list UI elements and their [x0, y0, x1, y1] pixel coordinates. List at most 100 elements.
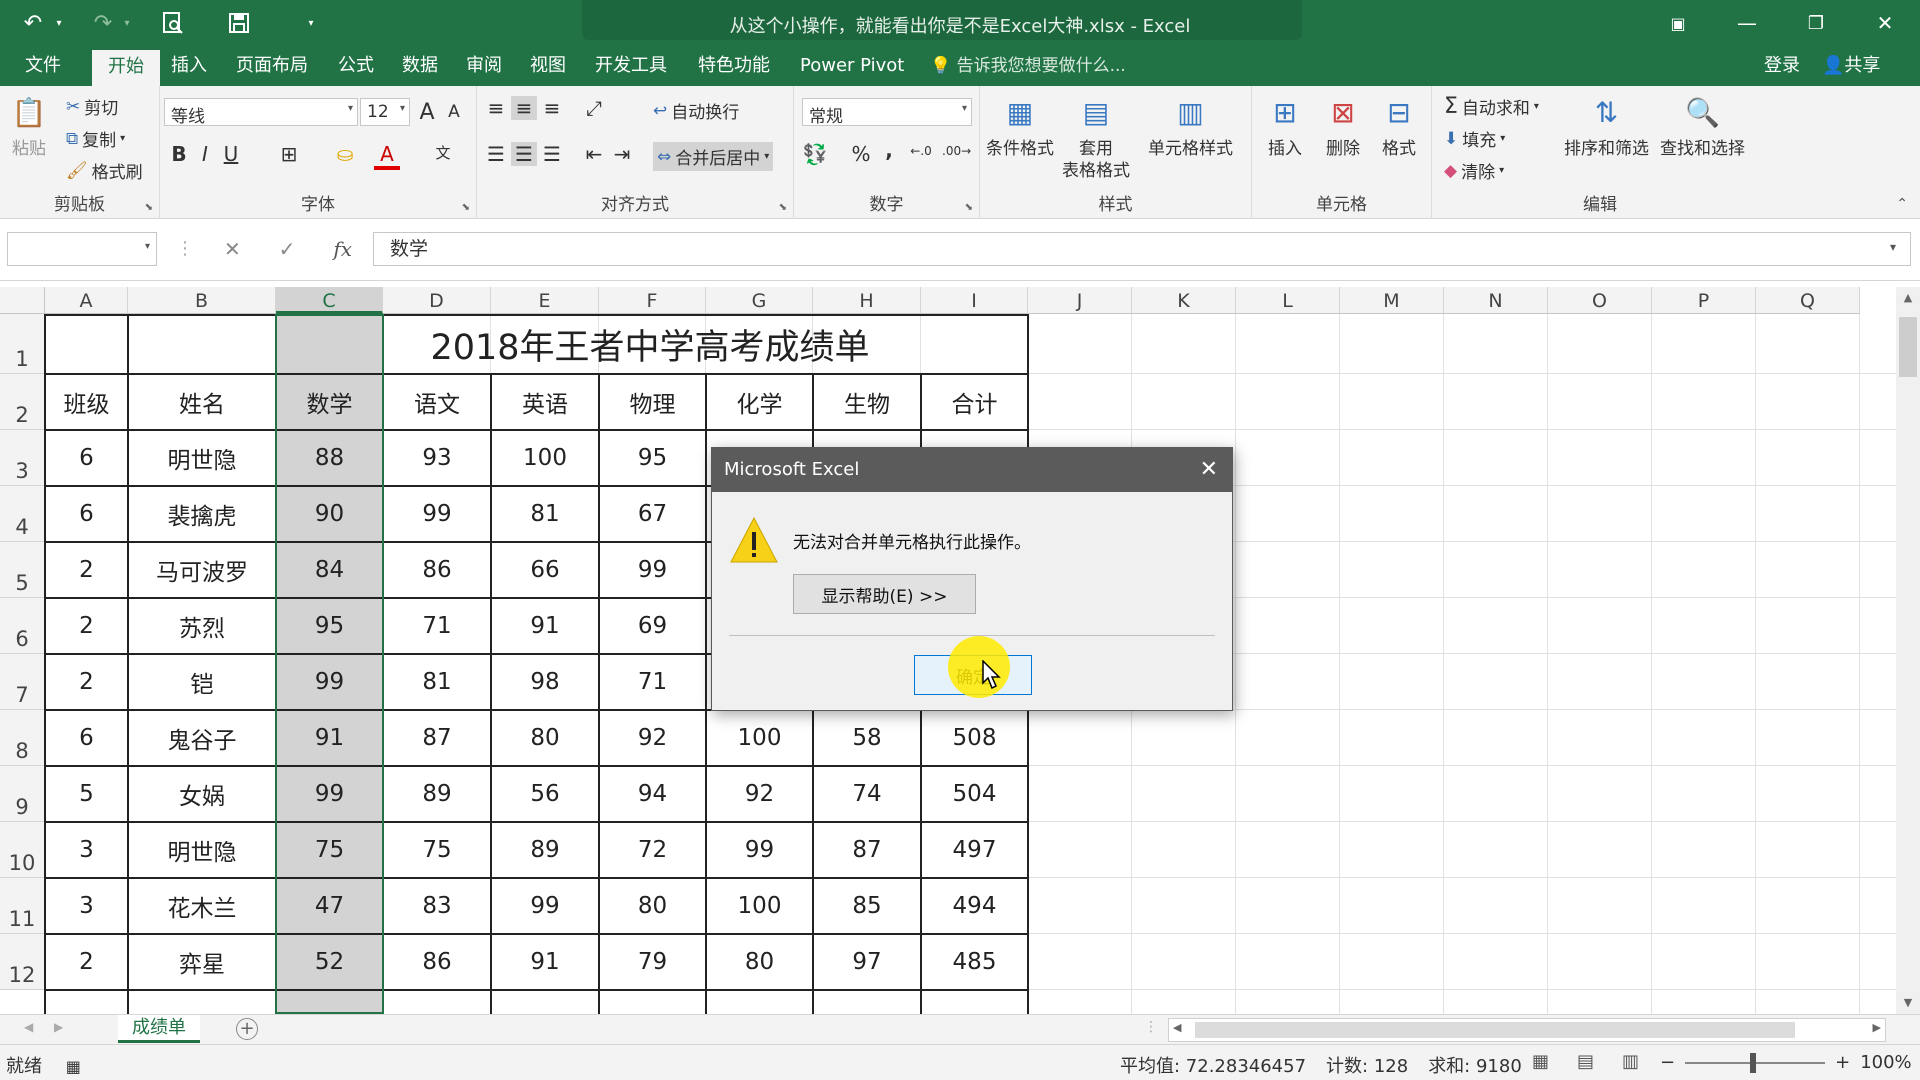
dialog-launcher-icon[interactable]: ⬊	[145, 202, 153, 213]
table-cell[interactable]: 3	[45, 878, 128, 934]
column-header[interactable]: C	[276, 287, 383, 314]
table-cell[interactable]: 裴擒虎	[128, 486, 276, 542]
column-header[interactable]: J	[1028, 287, 1132, 314]
sheet-tab-grades[interactable]: 成绩单	[118, 1015, 200, 1043]
tab-power-pivot[interactable]: Power Pivot	[790, 46, 914, 86]
font-name-combo[interactable]: 等线 ▾	[164, 98, 358, 127]
table-cell[interactable]: 生物	[813, 374, 921, 430]
table-cell[interactable]: 99	[599, 542, 706, 598]
column-header[interactable]: M	[1340, 287, 1444, 314]
scroll-down-icon[interactable]: ▼	[1896, 992, 1920, 1014]
table-cell[interactable]: 女娲	[128, 766, 276, 822]
ribbon-display-options-icon[interactable]: ▣	[1645, 0, 1711, 46]
table-cell[interactable]: 89	[491, 822, 599, 878]
align-left-icon[interactable]: ☰	[483, 142, 509, 166]
row-header[interactable]: 5	[0, 542, 45, 598]
tab-home[interactable]: 开始	[92, 50, 160, 86]
table-cell[interactable]: 2	[45, 598, 128, 654]
zoom-level[interactable]: 100%	[1860, 1052, 1911, 1073]
insert-function-icon[interactable]: fx	[333, 237, 352, 261]
zoom-out-icon[interactable]: −	[1660, 1052, 1675, 1073]
phonetic-icon[interactable]: 文	[430, 142, 456, 163]
table-cell[interactable]: 92	[706, 766, 813, 822]
table-cell[interactable]: 马可波罗	[128, 542, 276, 598]
column-header[interactable]: N	[1444, 287, 1548, 314]
table-cell[interactable]: 苏烈	[128, 598, 276, 654]
grow-font-button[interactable]: A	[414, 100, 440, 125]
row-header[interactable]: 1	[0, 314, 45, 374]
column-header[interactable]: B	[128, 287, 276, 314]
scroll-right-icon[interactable]: ▶	[1873, 1021, 1881, 1034]
name-box[interactable]: ▾	[7, 232, 157, 266]
fill-button[interactable]: ⬇ 填充 ▾	[1444, 126, 1505, 152]
table-cell[interactable]: 93	[383, 430, 491, 486]
table-cell[interactable]: 58	[813, 710, 921, 766]
insert-cells-button[interactable]: ⊞ 插入	[1264, 92, 1306, 160]
normal-view-icon[interactable]: ▦	[1532, 1051, 1549, 1072]
table-cell[interactable]: 508	[921, 710, 1028, 766]
tab-page-layout[interactable]: 页面布局	[226, 46, 318, 86]
scroll-thumb[interactable]	[1899, 317, 1917, 377]
dialog-launcher-icon[interactable]: ⬊	[462, 202, 470, 213]
table-cell[interactable]: 铠	[128, 654, 276, 710]
row-header[interactable]: 12	[0, 934, 45, 990]
column-header[interactable]: P	[1652, 287, 1756, 314]
table-cell[interactable]: 66	[491, 542, 599, 598]
table-cell[interactable]: 92	[599, 710, 706, 766]
align-top-icon[interactable]: ≡	[483, 96, 509, 120]
wrap-text-button[interactable]: ↩ 自动换行	[653, 98, 739, 124]
table-cell[interactable]: 80	[491, 710, 599, 766]
table-cell[interactable]: 语文	[383, 374, 491, 430]
row-header[interactable]: 10	[0, 822, 45, 878]
cut-button[interactable]: ✂ 剪切	[66, 94, 118, 120]
close-window-button[interactable]: ✕	[1852, 0, 1918, 46]
vertical-scrollbar[interactable]: ▲ ▼	[1896, 287, 1920, 1014]
table-cell[interactable]: 89	[383, 766, 491, 822]
table-cell[interactable]: 91	[491, 598, 599, 654]
table-cell[interactable]: 明世隐	[128, 430, 276, 486]
align-right-icon[interactable]: ☰	[539, 142, 565, 166]
next-sheet-icon[interactable]: ▶	[54, 1020, 63, 1034]
increase-decimal-icon[interactable]: ←.0	[908, 144, 934, 158]
login-link[interactable]: 登录	[1764, 46, 1800, 86]
paste-button[interactable]: 📋 粘贴	[8, 92, 50, 160]
row-header[interactable]: 7	[0, 654, 45, 710]
format-painter-button[interactable]: 🖌 格式刷	[66, 158, 143, 184]
find-select-button[interactable]: 🔍 查找和选择	[1660, 92, 1745, 160]
table-cell[interactable]: 81	[491, 486, 599, 542]
minimize-button[interactable]: —	[1714, 0, 1780, 46]
italic-button[interactable]: I	[192, 142, 218, 166]
table-cell[interactable]: 明世隐	[128, 822, 276, 878]
horizontal-scrollbar[interactable]: ◀ ▶	[1168, 1018, 1886, 1042]
copy-button[interactable]: ⧉ 复制 ▾	[66, 126, 125, 152]
table-cell[interactable]: 花木兰	[128, 878, 276, 934]
conditional-formatting-button[interactable]: ▦ 条件格式	[986, 92, 1054, 160]
align-center-icon[interactable]: ☰	[511, 142, 537, 166]
column-header[interactable]: H	[813, 287, 921, 314]
table-cell[interactable]: 94	[599, 766, 706, 822]
scroll-up-icon[interactable]: ▲	[1896, 287, 1920, 309]
column-header[interactable]: O	[1548, 287, 1652, 314]
comma-button[interactable]: ,	[876, 138, 902, 162]
add-sheet-icon[interactable]: +	[236, 1018, 258, 1040]
prev-sheet-icon[interactable]: ◀	[24, 1020, 33, 1034]
row-header[interactable]: 2	[0, 374, 45, 430]
table-cell[interactable]: 6	[45, 486, 128, 542]
column-header[interactable]: G	[706, 287, 813, 314]
zoom-in-icon[interactable]: +	[1835, 1052, 1850, 1073]
page-break-view-icon[interactable]: ▥	[1622, 1051, 1639, 1072]
dialog-launcher-icon[interactable]: ⬊	[965, 202, 973, 213]
tab-view[interactable]: 视图	[520, 46, 576, 86]
decrease-indent-icon[interactable]: ⇤	[581, 142, 607, 166]
table-cell[interactable]: 99	[706, 822, 813, 878]
tab-review[interactable]: 审阅	[456, 46, 512, 86]
table-cell[interactable]: 74	[813, 766, 921, 822]
table-cell[interactable]: 3	[45, 822, 128, 878]
table-cell[interactable]: 95	[599, 430, 706, 486]
table-cell[interactable]: 物理	[599, 374, 706, 430]
percent-button[interactable]: %	[848, 142, 874, 166]
accounting-format-icon[interactable]: 💱	[802, 142, 828, 166]
collapse-ribbon-icon[interactable]: ⌃	[1896, 196, 1908, 212]
table-cell[interactable]: 497	[921, 822, 1028, 878]
expand-formula-bar-icon[interactable]: ▾	[1890, 240, 1896, 254]
